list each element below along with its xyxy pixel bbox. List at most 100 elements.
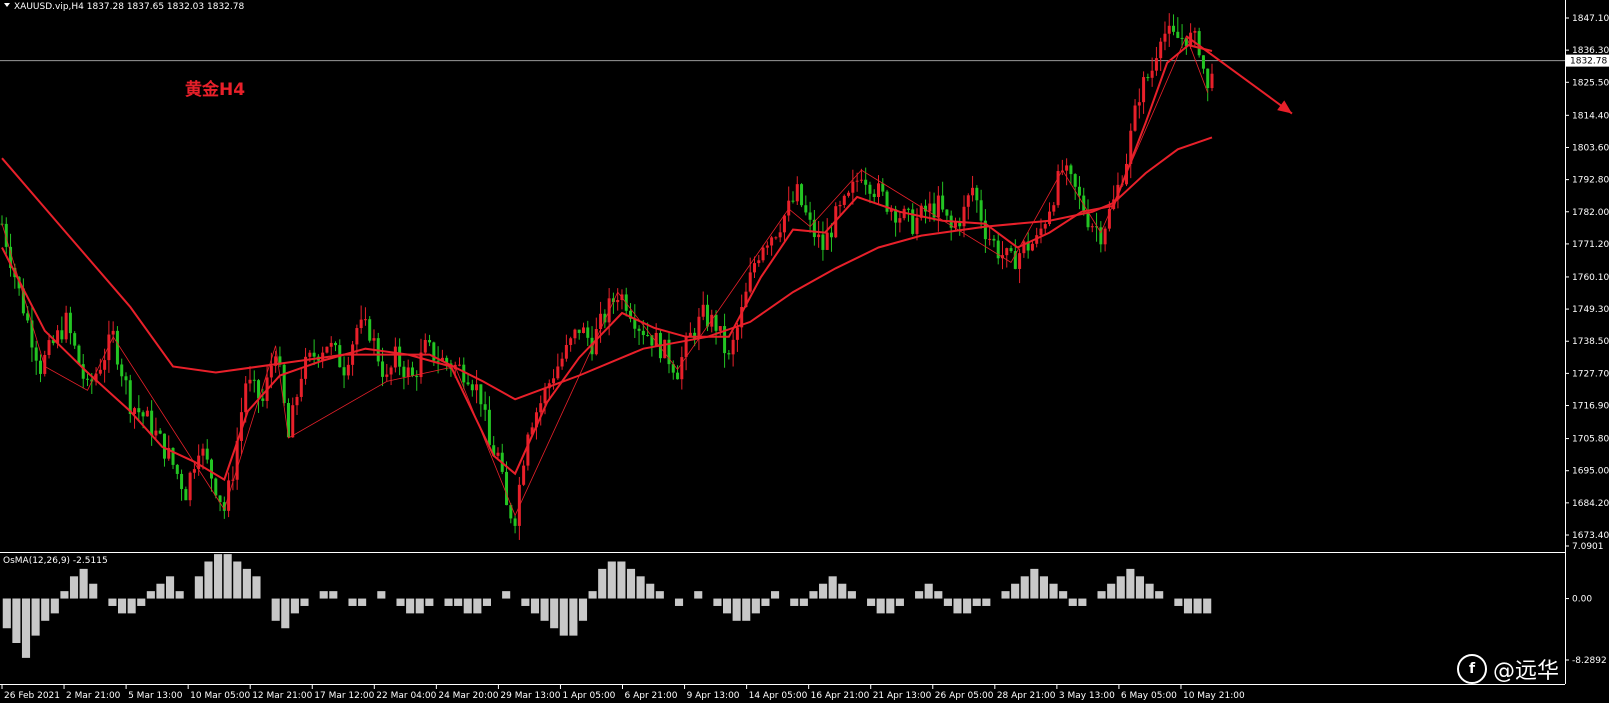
candle-body bbox=[868, 184, 872, 194]
candle-body bbox=[513, 518, 517, 526]
candle-body bbox=[483, 404, 487, 410]
candle-body bbox=[757, 260, 761, 264]
candle-body bbox=[1142, 77, 1146, 103]
candle-body bbox=[402, 366, 406, 377]
candle-body bbox=[573, 329, 577, 339]
candle-body bbox=[581, 327, 585, 333]
candle-body bbox=[616, 299, 620, 303]
candle-body bbox=[201, 448, 205, 456]
candle-body bbox=[1073, 174, 1077, 187]
current-price-label: 1832.78 bbox=[1570, 57, 1607, 67]
candle-body bbox=[133, 408, 137, 414]
candle-body bbox=[1069, 165, 1073, 175]
candle-body bbox=[1009, 248, 1013, 252]
candle-body bbox=[731, 339, 735, 355]
candle-body bbox=[86, 378, 90, 380]
price-tick-label: 1782.00 bbox=[1572, 208, 1609, 218]
candle-body bbox=[552, 378, 556, 384]
candle-body bbox=[1052, 205, 1056, 212]
candle-body bbox=[150, 410, 154, 436]
candle-body bbox=[47, 340, 51, 356]
time-tick-label: 3 May 13:00 bbox=[1059, 691, 1115, 701]
candle-body bbox=[522, 465, 526, 485]
candle-body bbox=[64, 312, 68, 340]
candle-body bbox=[1013, 251, 1017, 269]
time-tick-label: 21 Apr 13:00 bbox=[873, 691, 932, 701]
candle-body bbox=[38, 360, 42, 374]
candle-body bbox=[325, 346, 329, 353]
candle-body bbox=[368, 319, 372, 341]
price-tick-label: 1814.40 bbox=[1572, 111, 1609, 121]
price-tick-label: 1847.10 bbox=[1572, 14, 1609, 24]
candle-body bbox=[1210, 73, 1214, 89]
candle-body bbox=[701, 304, 705, 317]
time-tick-label: 26 Feb 2021 bbox=[4, 691, 60, 701]
candle-body bbox=[137, 408, 141, 413]
candle-body bbox=[1077, 186, 1081, 196]
candle-body bbox=[308, 352, 312, 357]
price-tick-label: 1673.40 bbox=[1572, 531, 1609, 541]
candle-body bbox=[496, 452, 500, 456]
price-tick-label: 1749.30 bbox=[1572, 305, 1609, 315]
price-tick-label: 1792.80 bbox=[1572, 176, 1609, 186]
time-tick-label: 2 Mar 21:00 bbox=[66, 691, 121, 701]
brand-logo-icon: f bbox=[1456, 654, 1487, 684]
candle-body bbox=[586, 327, 590, 338]
candle-body bbox=[1018, 253, 1022, 269]
candle-body bbox=[1154, 58, 1158, 71]
ma-short-line bbox=[1, 44, 1213, 482]
osma-plot[interactable] bbox=[2, 554, 1212, 658]
candle-body bbox=[462, 364, 466, 383]
candle-body bbox=[637, 328, 641, 331]
chart-canvas[interactable]: XAUUSD.vip,H4 1837.28 1837.65 1832.03 18… bbox=[0, 0, 1609, 703]
candle-body bbox=[381, 361, 385, 377]
candle-body bbox=[466, 382, 470, 385]
candle-body bbox=[1086, 212, 1090, 228]
candle-body bbox=[342, 367, 346, 376]
candle-body bbox=[825, 232, 829, 250]
candle-body bbox=[329, 342, 333, 347]
candle-body bbox=[385, 374, 389, 377]
price-tick-label: 1716.90 bbox=[1572, 402, 1609, 412]
candle-body bbox=[1172, 25, 1176, 32]
candle-body bbox=[291, 405, 295, 438]
candle-body bbox=[389, 367, 393, 375]
candle-body bbox=[543, 388, 547, 404]
candle-body bbox=[526, 434, 530, 466]
candle-body bbox=[898, 218, 902, 223]
candle-body bbox=[915, 217, 919, 234]
candle-body bbox=[714, 314, 718, 331]
candle-body bbox=[808, 212, 812, 220]
candle-body bbox=[261, 398, 265, 401]
candle-body bbox=[188, 472, 192, 501]
candle-body bbox=[479, 384, 483, 405]
candle-body bbox=[252, 379, 256, 381]
chart-header: XAUUSD.vip,H4 1837.28 1837.65 1832.03 18… bbox=[4, 2, 244, 12]
candle-body bbox=[911, 209, 915, 234]
price-tick-label: 1684.20 bbox=[1572, 499, 1609, 509]
candle-body bbox=[847, 192, 851, 196]
candle-body bbox=[1082, 195, 1086, 213]
price-axis: 1847.101836.301825.501814.401803.601792.… bbox=[1565, 14, 1609, 541]
triangle-down-icon[interactable] bbox=[4, 3, 10, 7]
osma-tick-label: -8.2892 bbox=[1572, 656, 1607, 666]
osma-tick-label: 0.00 bbox=[1572, 595, 1592, 605]
candle-body bbox=[470, 384, 474, 391]
candle-body bbox=[60, 330, 64, 340]
candle-body bbox=[774, 237, 778, 239]
candle-body bbox=[1065, 165, 1069, 171]
candle-body bbox=[1030, 243, 1034, 251]
candle-body bbox=[838, 204, 842, 207]
candle-body bbox=[359, 319, 363, 329]
candle-body bbox=[192, 469, 196, 473]
chart-annotation-label: 黄金H4 bbox=[185, 79, 245, 100]
candle-body bbox=[393, 346, 397, 368]
candle-body bbox=[859, 179, 863, 181]
candle-body bbox=[727, 353, 731, 355]
time-tick-label: 6 May 05:00 bbox=[1121, 691, 1177, 701]
candle-body bbox=[346, 364, 350, 376]
candle-body bbox=[154, 430, 158, 436]
ma-long-line bbox=[1, 136, 1213, 401]
candle-body bbox=[205, 448, 209, 460]
candle-body bbox=[210, 459, 214, 479]
